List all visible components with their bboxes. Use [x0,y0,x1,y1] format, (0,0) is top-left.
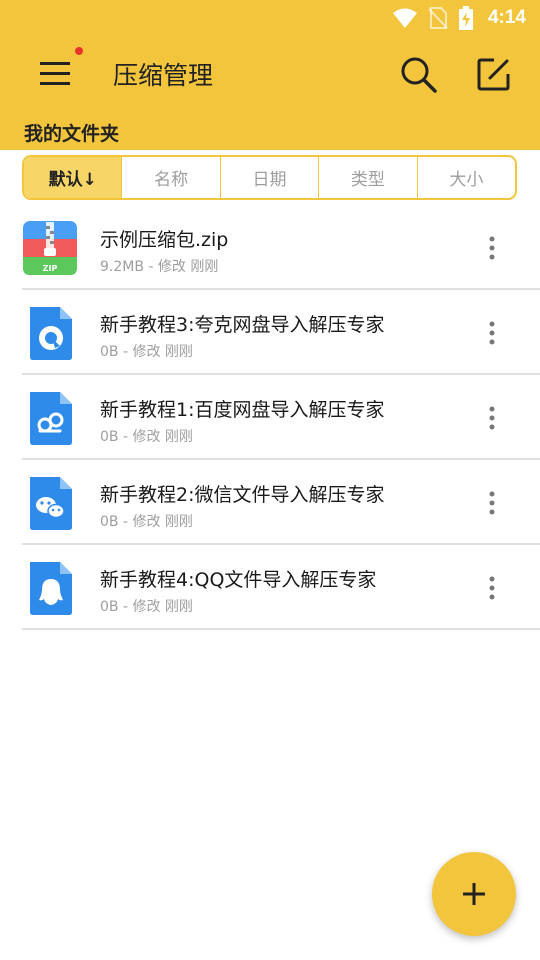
file-meta: 9.2MB - 修改 刚刚 [100,259,219,275]
file-meta: 0B - 修改 刚刚 [100,599,193,615]
svg-text:ZIP: ZIP [43,264,58,273]
file-name: 新手教程3:夸克网盘导入解压专家 [100,314,385,336]
sort-tabs: 默认↓ 名称 日期 类型 大小 [22,155,517,200]
file-name: 新手教程1:百度网盘导入解压专家 [100,399,385,421]
plus-icon [463,883,485,905]
status-time: 4:14 [487,7,526,28]
sort-tab-date[interactable]: 日期 [221,157,320,198]
status-bar: 4:14 [0,0,540,36]
more-vertical-icon [489,236,495,260]
more-vertical-icon [489,576,495,600]
list-item[interactable]: 新手教程2:微信文件导入解压专家 0B - 修改 刚刚 [22,460,540,545]
page-title: 压缩管理 [113,61,214,90]
file-name: 新手教程2:微信文件导入解压专家 [100,484,385,506]
more-vertical-icon [489,491,495,515]
no-sim-icon [428,7,448,29]
file-name: 示例压缩包.zip [100,229,229,251]
menu-button[interactable] [36,56,76,92]
list-item[interactable]: ZIP 示例压缩包.zip 9.2MB - 修改 刚刚 [22,205,540,290]
more-options-button[interactable] [480,320,504,346]
app-bar: 压缩管理 [0,36,540,112]
list-item[interactable]: 新手教程4:QQ文件导入解压专家 0B - 修改 刚刚 [22,545,540,630]
add-fab-button[interactable] [432,852,516,936]
baidu-netdisk-file-icon [22,390,78,446]
more-options-button[interactable] [480,235,504,261]
file-meta: 0B - 修改 刚刚 [100,429,193,445]
sort-tab-name[interactable]: 名称 [122,157,221,198]
file-list: ZIP 示例压缩包.zip 9.2MB - 修改 刚刚 新手教程3:夸克网盘导入… [0,205,540,630]
file-meta: 0B - 修改 刚刚 [100,514,193,530]
list-item[interactable]: 新手教程1:百度网盘导入解压专家 0B - 修改 刚刚 [22,375,540,460]
folder-header: 我的文件夹 [0,112,540,150]
screen: 4:14 压缩管理 我的文件夹 默认↓ 名称 日期 类型 大小 ZIP 示例压缩… [0,0,540,960]
folder-title: 我的文件夹 [24,123,120,145]
more-options-button[interactable] [480,490,504,516]
zip-archive-icon: ZIP [22,220,78,276]
more-options-button[interactable] [480,575,504,601]
more-vertical-icon [489,406,495,430]
edit-button[interactable] [474,54,514,94]
list-item[interactable]: 新手教程3:夸克网盘导入解压专家 0B - 修改 刚刚 [22,290,540,375]
edit-icon [477,58,510,91]
file-meta: 0B - 修改 刚刚 [100,344,193,360]
wechat-file-icon [22,475,78,531]
quark-file-icon [22,305,78,361]
more-vertical-icon [489,321,495,345]
file-name: 新手教程4:QQ文件导入解压专家 [100,569,377,591]
hamburger-menu-icon [40,62,70,85]
sort-tab-default[interactable]: 默认↓ [24,157,123,198]
qq-file-icon [22,560,78,616]
sort-tab-type[interactable]: 类型 [319,157,418,198]
more-options-button[interactable] [480,405,504,431]
search-button[interactable] [398,54,438,94]
search-icon [401,57,437,93]
battery-charging-icon [458,6,474,30]
wifi-icon [392,7,418,29]
sort-tab-size[interactable]: 大小 [418,157,515,198]
notification-dot [75,47,83,55]
